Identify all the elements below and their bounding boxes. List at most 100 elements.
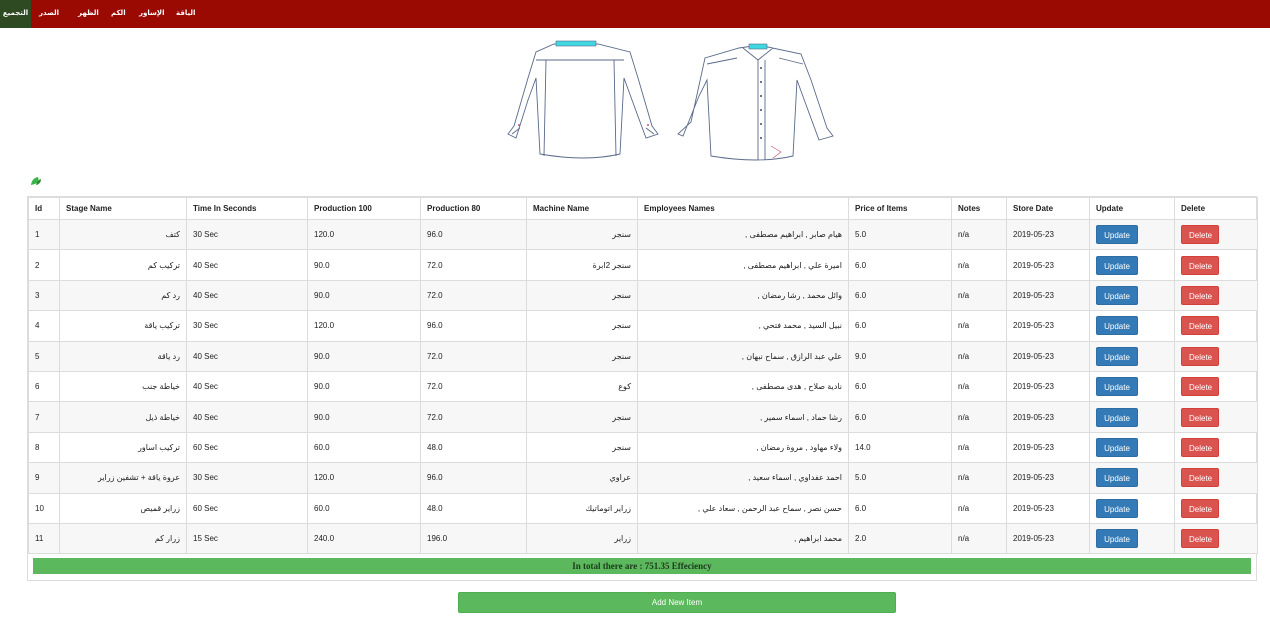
table-row: 4 تركيب ياقة 30 Sec 120.0 96.0 سنجر نبيل السيد…: [28, 310, 1258, 342]
header-price: Price of Items: [848, 197, 952, 220]
update-button[interactable]: Update: [1096, 468, 1138, 488]
cell-store-date: 2019-05-23: [1006, 340, 1090, 372]
cell-stage-name: تركيب اساور: [59, 431, 187, 464]
nav-item-sleeve[interactable]: الكم: [111, 9, 126, 17]
update-button[interactable]: Update: [1096, 498, 1138, 518]
cell-update: Update: [1089, 249, 1175, 281]
table-row: 6 خياطة جنب 40 Sec 90.0 72.0 كوع نادية صلاح , …: [28, 370, 1258, 403]
update-button[interactable]: Update: [1096, 529, 1138, 549]
cell-store-date: 2019-05-23: [1006, 462, 1090, 494]
delete-button[interactable]: Delete: [1181, 377, 1219, 397]
table-row: 7 خياطة ذيل 40 Sec 90.0 72.0 سنجر رشا حماد , ا…: [28, 401, 1258, 433]
cell-time: 60 Sec: [186, 431, 308, 464]
cell-employees: هيام صابر , ابراهيم مصطفى ,: [637, 218, 849, 251]
delete-button[interactable]: Delete: [1181, 285, 1219, 305]
cell-time: 30 Sec: [186, 462, 308, 494]
cell-update: Update: [1089, 218, 1175, 251]
cell-stage-name: تركيب كم: [59, 249, 187, 281]
cell-price: 6.0: [848, 401, 952, 433]
cell-production-80: 72.0: [420, 340, 527, 372]
nav-item-back[interactable]: الظهر: [78, 9, 99, 17]
cell-machine-name: سنجر 2ابرة: [526, 249, 638, 281]
cell-production-100: 90.0: [307, 340, 421, 372]
update-button[interactable]: Update: [1096, 407, 1138, 427]
cell-employees: نادية صلاح , هدى مصطفى ,: [637, 370, 849, 403]
cell-employees: علي عبد الرازق , سماح نبهان ,: [637, 340, 849, 372]
cell-production-100: 240.0: [307, 522, 421, 555]
add-new-item-button[interactable]: Add New Item: [458, 592, 896, 613]
cell-machine-name: سنجر: [526, 340, 638, 372]
cell-id: 6: [28, 370, 60, 403]
update-button[interactable]: Update: [1096, 225, 1138, 245]
nav-item-chest[interactable]: الصدر: [39, 9, 59, 17]
cell-production-80: 72.0: [420, 279, 527, 312]
shirt-front-image: [677, 43, 834, 161]
nav-item-cuffs[interactable]: الإساور: [139, 9, 165, 17]
cell-price: 9.0: [848, 340, 952, 372]
cell-production-100: 90.0: [307, 249, 421, 281]
update-button[interactable]: Update: [1096, 285, 1138, 305]
delete-button[interactable]: Delete: [1181, 437, 1219, 457]
table-row: 10 زراير قميص 60 Sec 60.0 48.0 زراير اتوماتيك…: [28, 492, 1258, 524]
cell-id: 7: [28, 401, 60, 433]
delete-button[interactable]: Delete: [1181, 468, 1219, 488]
cell-production-80: 72.0: [420, 249, 527, 281]
items-table-container: Id Stage Name Time In Seconds Production…: [27, 196, 1258, 581]
delete-button[interactable]: Delete: [1181, 498, 1219, 518]
cell-delete: Delete: [1174, 218, 1258, 251]
cell-production-80: 96.0: [420, 310, 527, 342]
cell-time: 15 Sec: [186, 522, 308, 555]
update-button[interactable]: Update: [1096, 346, 1138, 366]
delete-button[interactable]: Delete: [1181, 346, 1219, 366]
cell-delete: Delete: [1174, 492, 1258, 524]
cell-production-100: 120.0: [307, 462, 421, 494]
table-row: 3 رد كم 40 Sec 90.0 72.0 سنجر وائل محمد , رشا …: [28, 279, 1258, 312]
table-row: 1 كتف 30 Sec 120.0 96.0 سنجر هيام صابر , ابراه…: [28, 218, 1258, 251]
cell-stage-name: زراير قميص: [59, 492, 187, 524]
header-id: Id: [28, 197, 60, 220]
cell-store-date: 2019-05-23: [1006, 370, 1090, 403]
cell-delete: Delete: [1174, 431, 1258, 464]
nav-item-assembly[interactable]: التجميع: [0, 0, 31, 28]
cell-production-100: 60.0: [307, 492, 421, 524]
cell-update: Update: [1089, 522, 1175, 555]
cell-production-100: 120.0: [307, 218, 421, 251]
cell-employees: حسن نصر , سماح عبد الرحمن , سعاد علي ,: [637, 492, 849, 524]
update-button[interactable]: Update: [1096, 377, 1138, 397]
cell-notes: n/a: [951, 218, 1007, 251]
cell-delete: Delete: [1174, 340, 1258, 372]
header-notes: Notes: [951, 197, 1007, 220]
cell-update: Update: [1089, 340, 1175, 372]
delete-button[interactable]: Delete: [1181, 529, 1219, 549]
cell-store-date: 2019-05-23: [1006, 431, 1090, 464]
cell-production-100: 90.0: [307, 370, 421, 403]
header-stage-name: Stage Name: [59, 197, 187, 220]
header-machine-name: Machine Name: [526, 197, 638, 220]
cell-update: Update: [1089, 431, 1175, 464]
update-button[interactable]: Update: [1096, 316, 1138, 336]
cell-machine-name: سنجر: [526, 218, 638, 251]
table-row: 9 عروة ياقة + تشفين زراير 30 Sec 120.0 96.0 ع…: [28, 462, 1258, 494]
delete-button[interactable]: Delete: [1181, 225, 1219, 245]
cell-price: 14.0: [848, 431, 952, 464]
header-delete: Delete: [1174, 197, 1258, 220]
cell-store-date: 2019-05-23: [1006, 492, 1090, 524]
nav-item-collar[interactable]: الياقة: [176, 9, 195, 17]
cell-id: 10: [28, 492, 60, 524]
delete-button[interactable]: Delete: [1181, 316, 1219, 336]
cell-machine-name: سنجر: [526, 310, 638, 342]
cell-id: 3: [28, 279, 60, 312]
cell-notes: n/a: [951, 370, 1007, 403]
cell-update: Update: [1089, 370, 1175, 403]
cell-employees: اميرة علي , ابراهيم مصطفى ,: [637, 249, 849, 281]
cell-employees: وائل محمد , رشا رمضان ,: [637, 279, 849, 312]
update-button[interactable]: Update: [1096, 437, 1138, 457]
cell-notes: n/a: [951, 340, 1007, 372]
update-button[interactable]: Update: [1096, 255, 1138, 275]
cell-notes: n/a: [951, 401, 1007, 433]
delete-button[interactable]: Delete: [1181, 255, 1219, 275]
cell-update: Update: [1089, 401, 1175, 433]
delete-button[interactable]: Delete: [1181, 407, 1219, 427]
cell-production-80: 96.0: [420, 218, 527, 251]
cell-machine-name: زراير اتوماتيك: [526, 492, 638, 524]
